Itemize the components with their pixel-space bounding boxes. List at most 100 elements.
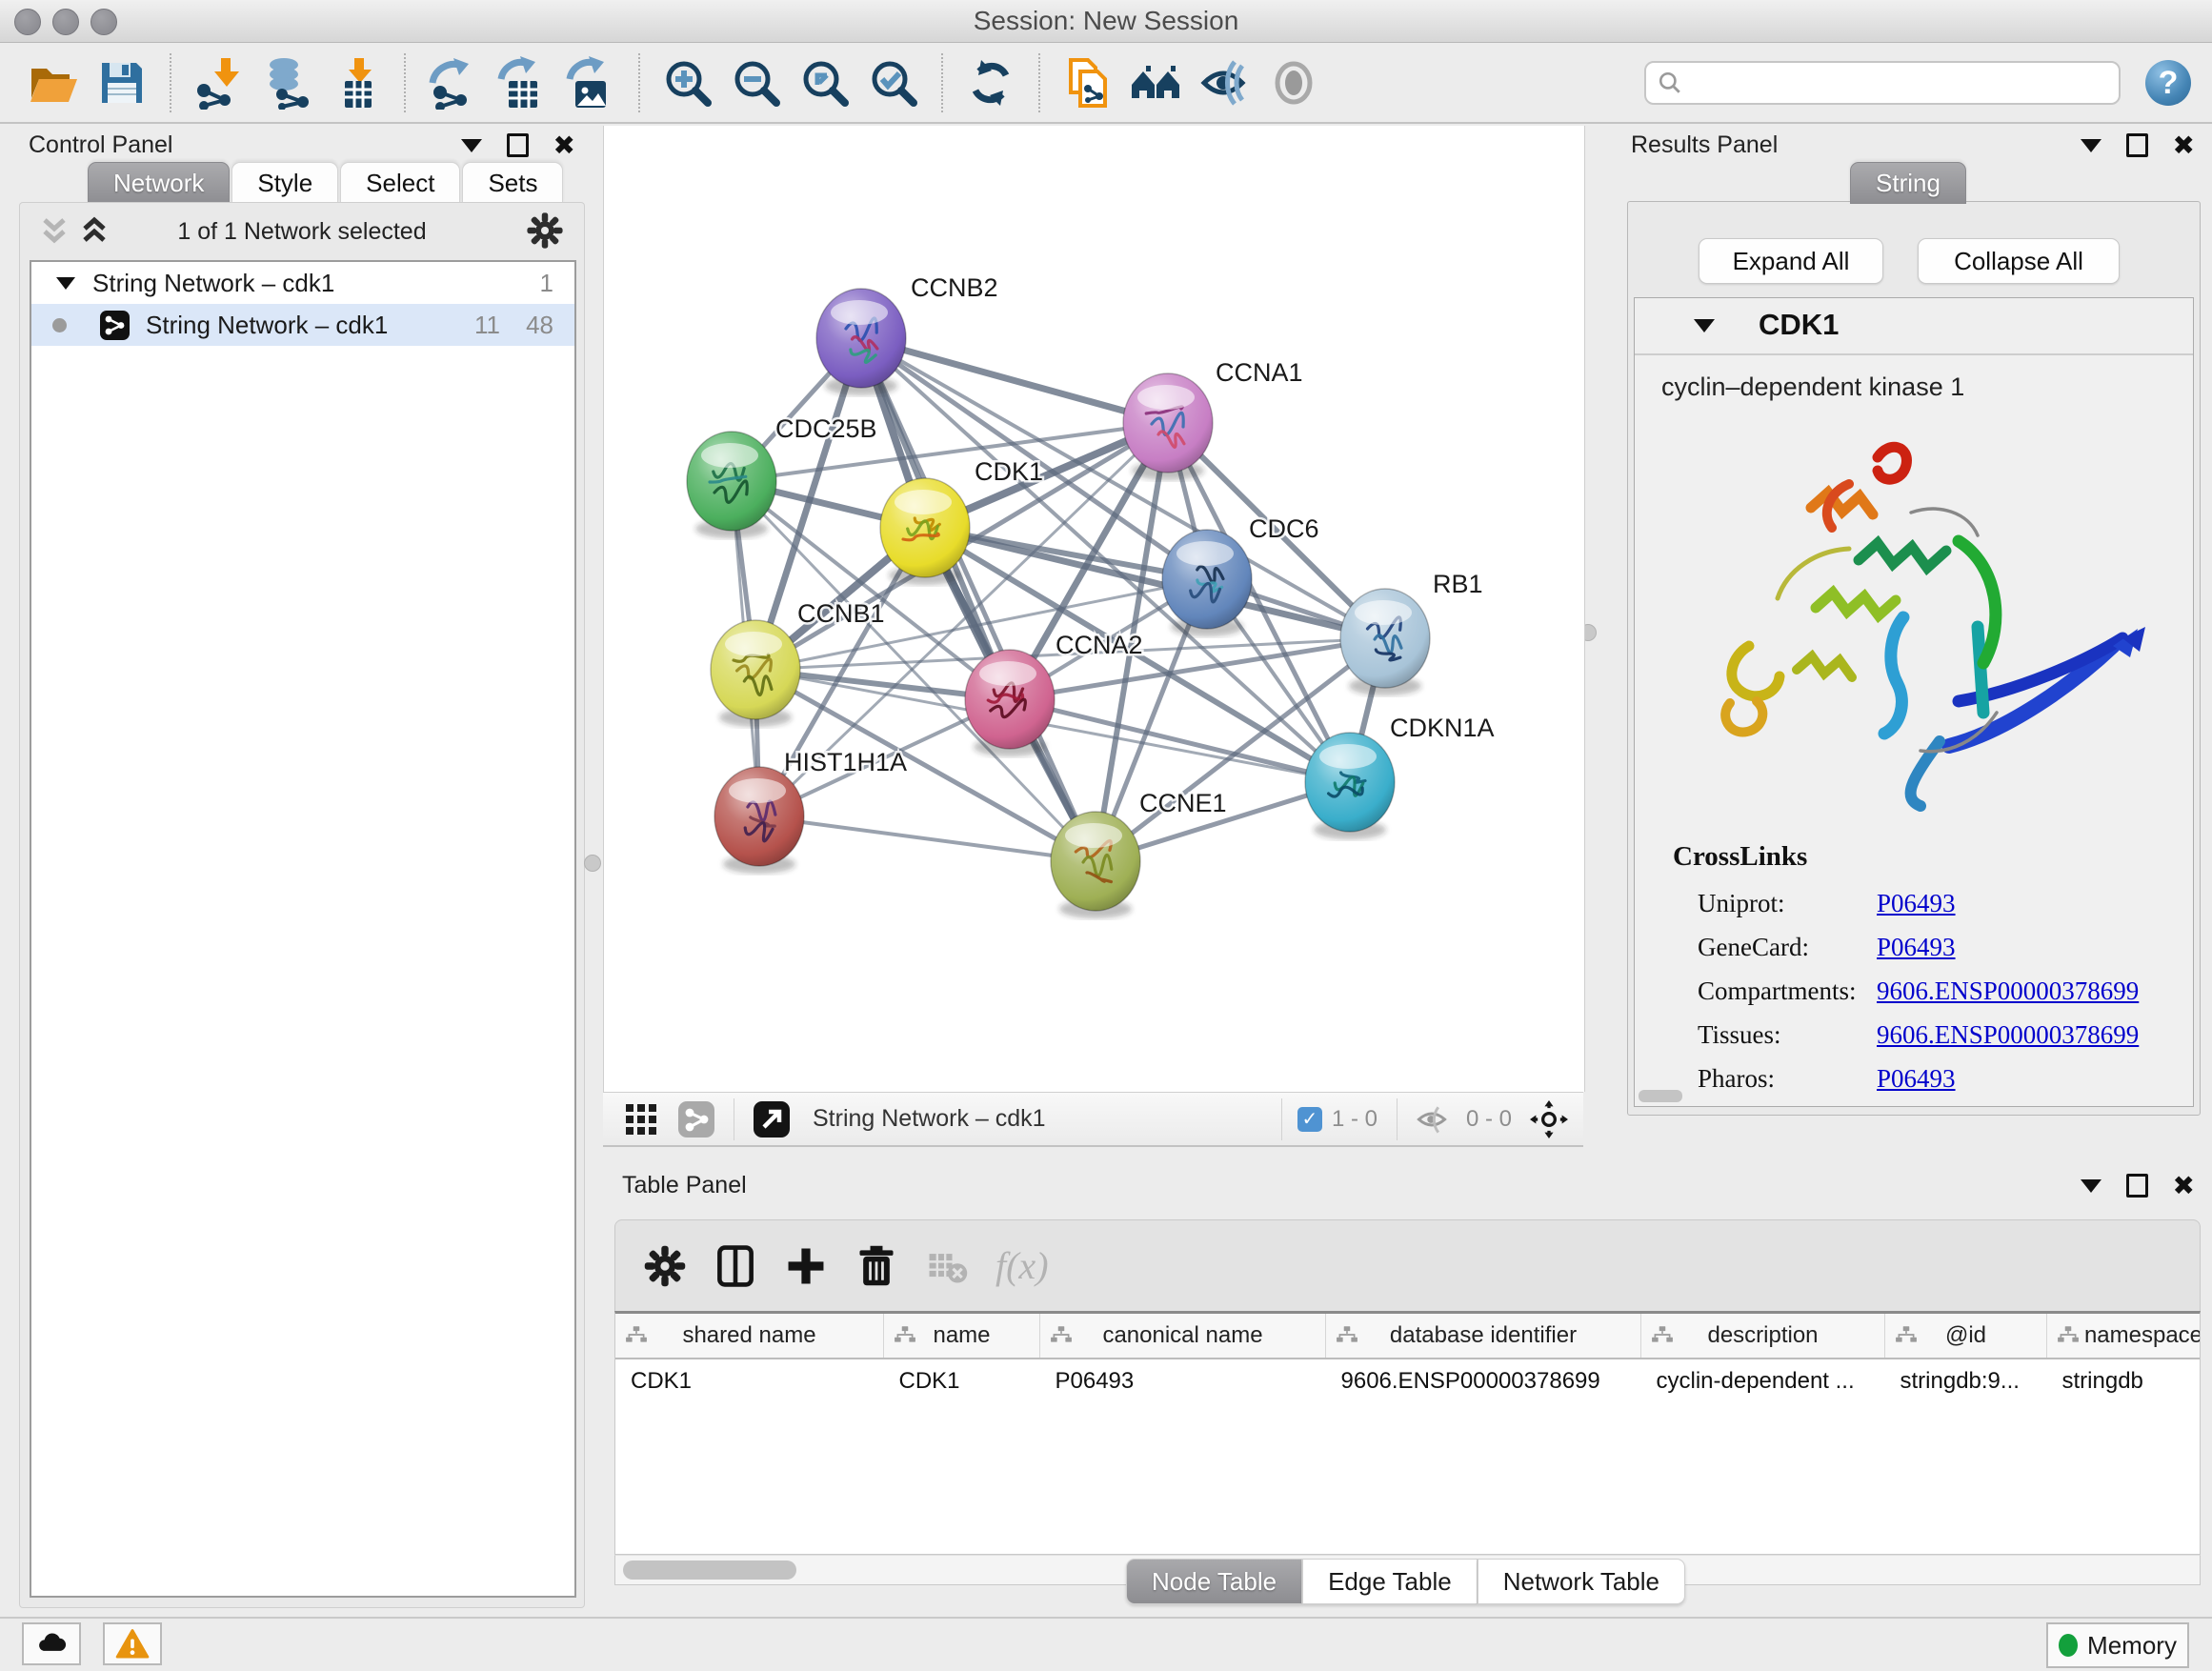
fit-content-move-icon[interactable] xyxy=(1530,1100,1568,1138)
collection-expander-icon[interactable] xyxy=(56,277,75,290)
network-edge[interactable] xyxy=(861,338,1096,861)
import-network-icon[interactable] xyxy=(192,56,246,110)
network-overview-icon[interactable] xyxy=(677,1100,715,1138)
zoom-in-icon[interactable] xyxy=(661,56,714,110)
control-panel: Control Panel ✖ Network Style Select Set… xyxy=(8,126,593,1612)
table-cell[interactable]: P06493 xyxy=(1040,1359,1326,1403)
tab-edge-table[interactable]: Edge Table xyxy=(1302,1559,1478,1604)
column-header-description[interactable]: description xyxy=(1641,1314,1885,1359)
tab-style[interactable]: Style xyxy=(231,162,338,204)
network-node-CCNA1[interactable]: CCNA1 xyxy=(1123,358,1303,480)
network-node-CDKN1A[interactable]: CDKN1A xyxy=(1305,714,1495,839)
panel-float-icon[interactable] xyxy=(507,133,529,157)
network-node-RB1[interactable]: RB1 xyxy=(1340,570,1483,695)
left-splitter-handle[interactable] xyxy=(584,855,601,872)
column-header-namespace[interactable]: namespace xyxy=(2047,1314,2202,1359)
table-cell[interactable]: 9606.ENSP00000378699 xyxy=(1326,1359,1641,1403)
table-hscrollbar-thumb[interactable] xyxy=(623,1560,796,1580)
table-cell[interactable]: CDK1 xyxy=(615,1359,884,1403)
network-node-label: CDC6 xyxy=(1249,514,1319,543)
column-header-name[interactable]: name xyxy=(884,1314,1040,1359)
tab-select[interactable]: Select xyxy=(340,162,460,204)
panel-menu-icon[interactable] xyxy=(2081,1179,2101,1193)
cloud-status-button[interactable] xyxy=(22,1622,81,1665)
clone-network-icon[interactable] xyxy=(1061,56,1115,110)
network-node-label: CCNB2 xyxy=(911,273,998,302)
crosslink-link[interactable]: 9606.ENSP00000378699 xyxy=(1877,976,2139,1006)
toolbar-separator xyxy=(638,53,640,112)
import-database-icon[interactable] xyxy=(261,56,314,110)
results-scrollbar-thumb[interactable] xyxy=(1639,1090,1682,1102)
panel-float-icon[interactable] xyxy=(2126,1174,2148,1198)
network-edge[interactable] xyxy=(759,816,1096,861)
export-table-icon[interactable] xyxy=(495,56,549,110)
panel-close-icon[interactable]: ✖ xyxy=(2173,1177,2195,1196)
panel-close-icon[interactable]: ✖ xyxy=(2173,136,2195,155)
panel-menu-icon[interactable] xyxy=(461,139,482,152)
warning-button[interactable] xyxy=(103,1622,162,1665)
show-columns-icon[interactable] xyxy=(713,1243,758,1289)
tab-network[interactable]: Network xyxy=(88,162,230,204)
table-cell[interactable]: cyclin-dependent ... xyxy=(1641,1359,1885,1403)
crosslink-link[interactable]: 9606.ENSP00000378699 xyxy=(1877,1020,2139,1050)
crosslink-label: Compartments: xyxy=(1698,976,1877,1006)
search-input[interactable] xyxy=(1682,69,2096,97)
memory-button[interactable]: Memory xyxy=(2046,1622,2189,1668)
collapse-all-button[interactable]: Collapse All xyxy=(1918,238,2120,284)
column-header-canonical-name[interactable]: canonical name xyxy=(1040,1314,1326,1359)
title-bar: Session: New Session xyxy=(0,0,2212,43)
panel-divider[interactable] xyxy=(603,1147,1583,1166)
delete-column-icon[interactable] xyxy=(854,1243,899,1289)
panel-menu-icon[interactable] xyxy=(2081,139,2101,152)
network-node-label: HIST1H1A xyxy=(784,748,907,776)
zoom-selected-icon[interactable] xyxy=(867,56,920,110)
export-image-icon[interactable] xyxy=(564,56,617,110)
network-canvas[interactable]: CCNB2CCNA1CDC25BCDK1CDC6RB1CCNB1CCNA2CDK… xyxy=(603,126,1585,1092)
tab-string[interactable]: String xyxy=(1850,162,1966,204)
network-node-HIST1H1A[interactable]: HIST1H1A xyxy=(714,748,907,874)
expand-all-button[interactable]: Expand All xyxy=(1699,238,1883,284)
panel-close-icon[interactable]: ✖ xyxy=(553,136,575,155)
tab-sets[interactable]: Sets xyxy=(462,162,563,204)
import-table-icon[interactable] xyxy=(330,56,383,110)
zoom-out-icon[interactable] xyxy=(730,56,783,110)
table-cell[interactable]: stringdb:9... xyxy=(1885,1359,2047,1403)
table-toolbar: f(x) xyxy=(614,1219,2201,1311)
network-collection-row[interactable]: String Network – cdk1 1 xyxy=(31,262,574,304)
column-header-database-identifier[interactable]: database identifier xyxy=(1326,1314,1641,1359)
refresh-icon[interactable] xyxy=(964,56,1017,110)
birds-eye-grid-icon[interactable] xyxy=(622,1100,660,1138)
save-session-icon[interactable] xyxy=(95,56,149,110)
network-node-CCNB2[interactable]: CCNB2 xyxy=(816,273,998,395)
column-header--id[interactable]: @id xyxy=(1885,1314,2047,1359)
network-node-CCNE1[interactable]: CCNE1 xyxy=(1051,789,1227,918)
table-cell[interactable]: CDK1 xyxy=(884,1359,1040,1403)
app-window: Session: New Session xyxy=(0,0,2212,1671)
detach-view-icon[interactable] xyxy=(753,1100,791,1138)
home-view-icon[interactable] xyxy=(1130,56,1183,110)
crosslink-link[interactable]: P06493 xyxy=(1877,1064,1956,1094)
column-header-shared-name[interactable]: shared name xyxy=(615,1314,884,1359)
table-cell[interactable]: stringdb xyxy=(2047,1359,2202,1403)
table-row[interactable]: CDK1CDK1P064939606.ENSP00000378699cyclin… xyxy=(615,1359,2201,1403)
crosslink-link[interactable]: P06493 xyxy=(1877,889,1956,918)
crosslink-link[interactable]: P06493 xyxy=(1877,933,1956,962)
tab-network-table[interactable]: Network Table xyxy=(1478,1559,1685,1604)
string-results-box: Expand All Collapse All CDK1 cyclin–depe… xyxy=(1627,201,2201,1116)
network-node-CCNB1[interactable]: CCNB1 xyxy=(711,599,885,727)
network-node-label: RB1 xyxy=(1433,570,1483,598)
selected-checkbox-icon[interactable]: ✓ xyxy=(1297,1107,1322,1132)
network-row-selected[interactable]: String Network – cdk1 11 48 xyxy=(31,304,574,346)
export-network-icon[interactable] xyxy=(427,56,480,110)
open-session-icon[interactable] xyxy=(27,56,80,110)
section-expander-icon[interactable] xyxy=(1694,319,1715,332)
panel-float-icon[interactable] xyxy=(2126,133,2148,157)
help-button[interactable]: ? xyxy=(2145,60,2191,106)
zoom-fit-icon[interactable] xyxy=(798,56,852,110)
node-result-header[interactable]: CDK1 xyxy=(1635,298,2193,355)
add-column-icon[interactable] xyxy=(783,1243,829,1289)
table-options-gear-icon[interactable] xyxy=(642,1243,688,1289)
network-options-gear-icon[interactable] xyxy=(525,211,565,251)
tab-node-table[interactable]: Node Table xyxy=(1126,1559,1302,1604)
hide-unhide-icon[interactable] xyxy=(1198,56,1252,110)
